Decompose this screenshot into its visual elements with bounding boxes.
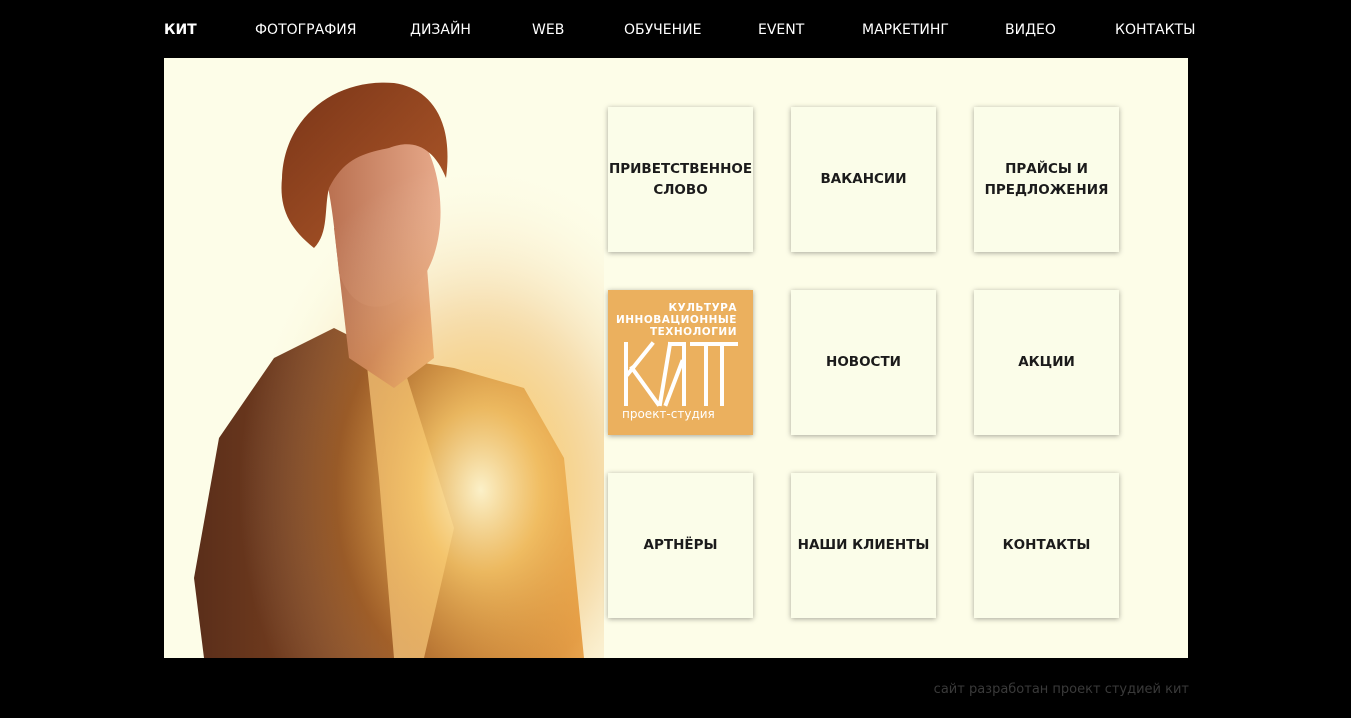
tile-contacts[interactable]: КОНТАКТЫ bbox=[974, 473, 1119, 618]
top-navigation: КИТ ФОТОГРАФИЯ ДИЗАЙН WEB ОБУЧЕНИЕ EVENT… bbox=[164, 0, 1195, 58]
nav-item-education[interactable]: ОБУЧЕНИЕ bbox=[624, 21, 701, 39]
nav-item-contacts[interactable]: КОНТАКТЫ bbox=[1115, 21, 1195, 39]
tile-our-clients[interactable]: НАШИ КЛИЕНТЫ bbox=[791, 473, 936, 618]
tile-label: АКЦИИ bbox=[1018, 354, 1075, 370]
nav-item-kit[interactable]: КИТ bbox=[164, 21, 197, 39]
tile-promotions[interactable]: АКЦИИ bbox=[974, 290, 1119, 435]
tile-welcome-word[interactable]: ПРИВЕТСТВЕННОЕ СЛОВО bbox=[608, 107, 753, 252]
tile-label: НАШИ КЛИЕНТЫ bbox=[797, 537, 930, 553]
logo-line-technologies: ТЕХНОЛОГИИ bbox=[649, 326, 737, 338]
tile-label: КОНТАКТЫ bbox=[1002, 537, 1091, 553]
main-stage: ПРИВЕТСТВЕННОЕ СЛОВО ВАКАНСИИ ПРАЙСЫ И П… bbox=[164, 58, 1188, 658]
nav-item-marketing[interactable]: МАРКЕТИНГ bbox=[862, 21, 949, 39]
tile-kit-logo[interactable]: КУЛЬТУРА ИННОВАЦИОННЫЕ ТЕХНОЛОГИИ проект… bbox=[608, 290, 753, 435]
tile-partners[interactable]: АРТНЁРЫ bbox=[608, 473, 753, 618]
hero-photo bbox=[164, 58, 604, 658]
logo-line-culture: КУЛЬТУРА bbox=[668, 302, 737, 314]
nav-item-web[interactable]: WEB bbox=[532, 21, 564, 39]
nav-item-photography[interactable]: ФОТОГРАФИЯ bbox=[255, 21, 356, 39]
footer-credit: сайт разработан проект студией кит bbox=[933, 682, 1189, 697]
tile-label: ПРИВЕТСТВЕННОЕ СЛОВО bbox=[608, 160, 753, 198]
tile-label: ВАКАНСИИ bbox=[820, 171, 907, 187]
nav-item-event[interactable]: EVENT bbox=[758, 21, 804, 39]
tile-label: АРТНЁРЫ bbox=[643, 537, 718, 553]
nav-item-video[interactable]: ВИДЕО bbox=[1005, 21, 1056, 39]
tile-label: ПРАЙСЫ И ПРЕДЛОЖЕНИЯ bbox=[984, 160, 1109, 198]
logo-line-innovative: ИННОВАЦИОННЫЕ bbox=[615, 314, 737, 326]
kit-logo-mark-icon bbox=[624, 341, 738, 407]
tile-news[interactable]: НОВОСТИ bbox=[791, 290, 936, 435]
nav-item-design[interactable]: ДИЗАЙН bbox=[410, 21, 471, 39]
tile-label: НОВОСТИ bbox=[826, 354, 901, 370]
logo-subtitle: проект-студия bbox=[622, 407, 715, 421]
tile-vacancies[interactable]: ВАКАНСИИ bbox=[791, 107, 936, 252]
tile-prices-offers[interactable]: ПРАЙСЫ И ПРЕДЛОЖЕНИЯ bbox=[974, 107, 1119, 252]
